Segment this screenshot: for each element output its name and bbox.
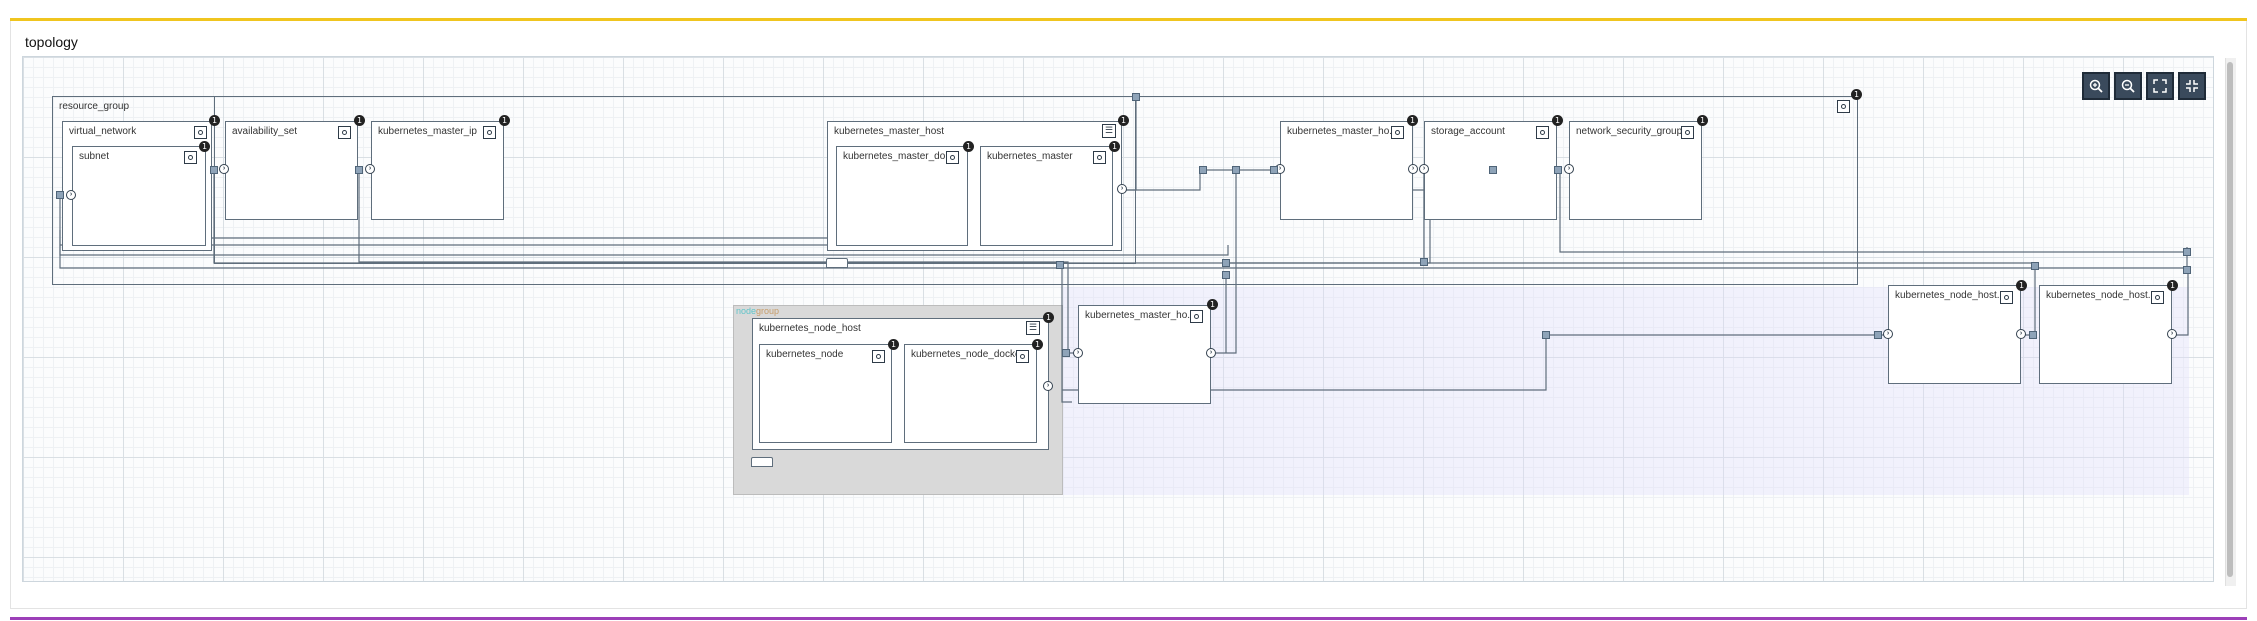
bottom-accent-bar [10, 617, 2247, 620]
gear-icon[interactable] [338, 126, 351, 139]
instance-count-badge: 1 [1552, 115, 1563, 126]
zoom-toolbar [2082, 72, 2206, 100]
actual-size-button[interactable] [2178, 72, 2206, 100]
gear-icon[interactable] [483, 126, 496, 139]
connection-port[interactable]: › [2167, 329, 2177, 339]
group-tab[interactable] [751, 457, 773, 467]
link-handle[interactable] [2031, 262, 2039, 270]
link-handle[interactable] [210, 166, 218, 174]
gear-icon[interactable] [946, 151, 959, 164]
connection-port[interactable]: › [1043, 381, 1053, 391]
instance-count-badge: 1 [2167, 280, 2178, 291]
gear-icon[interactable] [1093, 151, 1106, 164]
zoom-in-button[interactable] [2082, 72, 2110, 100]
link-handle[interactable] [2029, 331, 2037, 339]
instance-count-badge: 1 [888, 339, 899, 350]
gear-icon[interactable] [184, 151, 197, 164]
node-label: network_security_group [1576, 126, 1683, 137]
node-label: kubernetes_master_host [834, 126, 945, 137]
link-handle[interactable] [1542, 331, 1550, 339]
link-handle[interactable] [355, 166, 363, 174]
instance-count-badge: 1 [1697, 115, 1708, 126]
node-label: kubernetes_master_do... [843, 151, 954, 162]
link-handle[interactable] [1554, 166, 1562, 174]
connection-port[interactable]: › [1883, 329, 1893, 339]
zoom-in-icon [2089, 79, 2103, 93]
scroll-thumb[interactable] [2227, 62, 2233, 577]
gear-icon[interactable] [1190, 310, 1203, 323]
node-label: kubernetes_master_ho... [1287, 126, 1398, 137]
connection-port[interactable]: › [219, 164, 229, 174]
node-label: kubernetes_node_docker [911, 349, 1024, 360]
node-label: storage_account [1431, 126, 1505, 137]
gear-icon[interactable] [872, 350, 885, 363]
zoom-out-button[interactable] [2114, 72, 2142, 100]
scaling-icon[interactable]: ☰ [1026, 321, 1040, 335]
panel-title: topology [25, 34, 78, 50]
link-handle[interactable] [2183, 266, 2191, 274]
instance-count-badge: 1 [1851, 89, 1862, 100]
instance-count-badge: 1 [209, 115, 220, 126]
gear-icon[interactable] [1536, 126, 1549, 139]
gear-icon[interactable] [2151, 291, 2164, 304]
connection-port[interactable]: › [1073, 348, 1083, 358]
link-handle[interactable] [1270, 166, 1278, 174]
gear-icon[interactable] [1837, 100, 1850, 113]
zoom-out-icon [2121, 79, 2135, 93]
node-group-label: nodegroup [736, 306, 780, 316]
gear-icon[interactable] [194, 126, 207, 139]
node-label: kubernetes_node_host... [2046, 290, 2157, 301]
connection-port[interactable]: › [365, 164, 375, 174]
gear-icon[interactable] [2000, 291, 2013, 304]
instance-count-badge: 1 [1043, 312, 1054, 323]
link-handle[interactable] [1056, 261, 1064, 269]
connection-port[interactable]: › [1206, 348, 1216, 358]
link-handle[interactable] [1132, 93, 1140, 101]
instance-count-badge: 1 [1109, 141, 1120, 152]
node-label: virtual_network [69, 126, 137, 137]
node-label: kubernetes_master [987, 151, 1073, 162]
connection-port[interactable]: › [1419, 164, 1429, 174]
node-label: kubernetes_node [766, 349, 844, 360]
instance-count-badge: 1 [354, 115, 365, 126]
link-handle[interactable] [1199, 166, 1207, 174]
scaling-icon[interactable]: ☰ [1102, 124, 1116, 138]
link-handle[interactable] [56, 191, 64, 199]
connection-port[interactable]: › [66, 190, 76, 200]
link-handle[interactable] [1420, 258, 1428, 266]
node-label: kubernetes_master_ip [378, 126, 477, 137]
fit-button[interactable] [2146, 72, 2174, 100]
node-label: availability_set [232, 126, 298, 137]
link-handle[interactable] [1222, 271, 1230, 279]
gear-icon[interactable] [1681, 126, 1694, 139]
link-handle[interactable] [2183, 248, 2191, 256]
instance-count-badge: 1 [1032, 339, 1043, 350]
link-handle[interactable] [1489, 166, 1497, 174]
connection-port[interactable]: › [1117, 184, 1127, 194]
actual-size-icon [2186, 80, 2198, 92]
fit-icon [2153, 79, 2167, 93]
instance-count-badge: 1 [2016, 280, 2027, 291]
link-handle[interactable] [1062, 349, 1070, 357]
connection-port[interactable]: › [1564, 164, 1574, 174]
node-label: resource_group [59, 101, 130, 112]
node-label: kubernetes_master_ho... [1085, 310, 1196, 321]
instance-count-badge: 1 [199, 141, 210, 152]
instance-count-badge: 1 [963, 141, 974, 152]
connection-port[interactable]: › [2016, 329, 2026, 339]
node-label: kubernetes_node_host [759, 323, 861, 334]
instance-count-badge: 1 [1407, 115, 1418, 126]
instance-count-badge: 1 [1118, 115, 1129, 126]
node-label: kubernetes_node_host... [1895, 290, 2006, 301]
instance-count-badge: 1 [1207, 299, 1218, 310]
group-tab[interactable] [826, 258, 848, 268]
link-handle[interactable] [1222, 259, 1230, 267]
link-handle[interactable] [1874, 331, 1882, 339]
gear-icon[interactable] [1391, 126, 1404, 139]
gear-icon[interactable] [1016, 350, 1029, 363]
link-handle[interactable] [1232, 166, 1240, 174]
connection-port[interactable]: › [1408, 164, 1418, 174]
instance-count-badge: 1 [499, 115, 510, 126]
node-label: subnet [79, 151, 110, 162]
